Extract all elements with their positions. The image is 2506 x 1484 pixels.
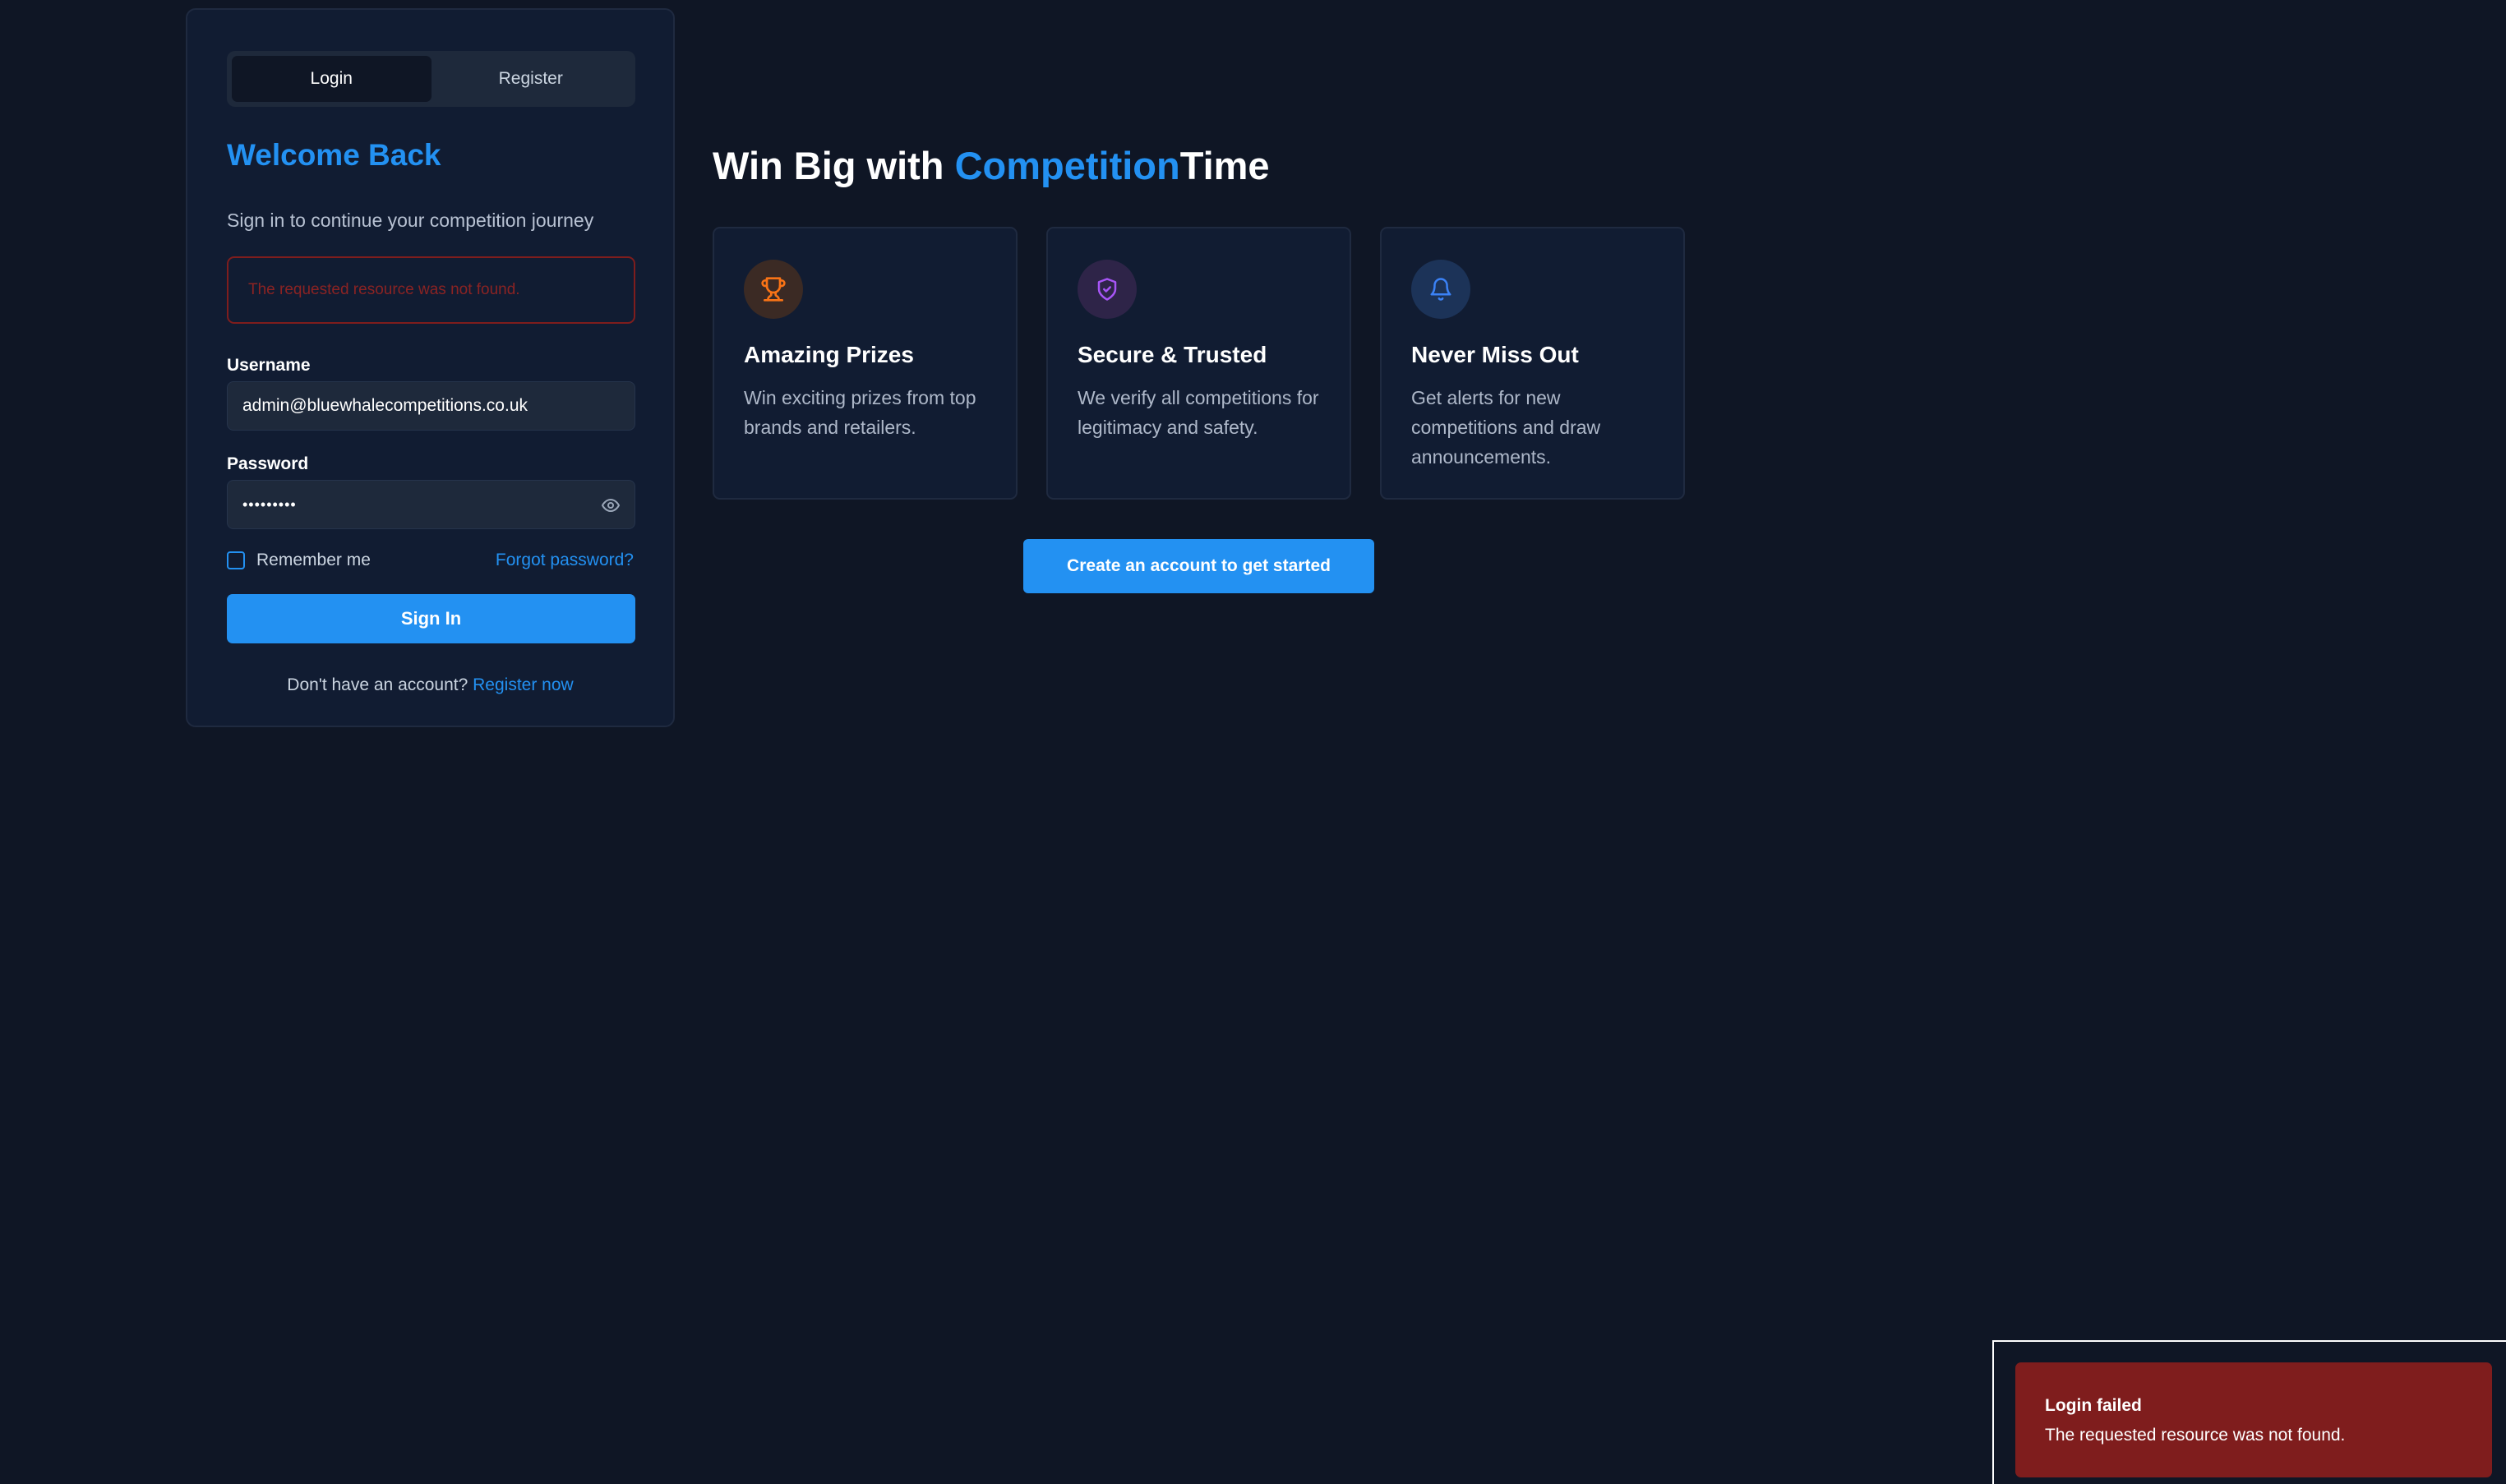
sign-in-button[interactable]: Sign In [227,594,635,643]
toast-message: The requested resource was not found. [2045,1426,2346,1445]
error-alert-text: The requested resource was not found. [248,281,520,298]
bell-icon [1411,260,1470,319]
tab-register[interactable]: Register [432,56,631,102]
tab-login[interactable]: Login [232,56,432,102]
feature-card-secure: Secure & Trusted We verify all competiti… [1046,227,1351,500]
error-toast[interactable]: Login failed The requested resource was … [2015,1362,2492,1477]
hero-title-suffix: Time [1179,144,1270,187]
forgot-password-link[interactable]: Forgot password? [496,551,634,570]
password-field[interactable]: ••••••••• [227,480,635,529]
login-card: Login Register Welcome Back Sign in to c… [186,8,675,727]
username-field[interactable] [227,381,635,431]
feature-description: We verify all competitions for legitimac… [1078,387,1319,438]
page-subtitle: Sign in to continue your competition jou… [227,210,594,231]
password-label: Password [227,454,309,473]
toast-title: Login failed [2045,1396,2142,1415]
username-input[interactable] [242,396,588,416]
create-account-button[interactable]: Create an account to get started [1023,539,1374,593]
error-alert: The requested resource was not found. [227,256,635,324]
feature-title: Never Miss Out [1411,342,1579,367]
remember-checkbox[interactable] [227,551,245,569]
eye-icon[interactable] [600,495,621,515]
hero-title: Win Big with CompetitionTime [713,143,1270,188]
feature-title: Amazing Prizes [744,342,914,367]
hero-title-accent: Competition [954,144,1180,187]
shield-check-icon [1078,260,1137,319]
username-label: Username [227,356,311,375]
register-now-link[interactable]: Register now [473,675,574,694]
feature-description: Win exciting prizes from top brands and … [744,387,976,438]
feature-card-prizes: Amazing Prizes Win exciting prizes from … [713,227,1018,500]
remember-label: Remember me [256,551,371,569]
page-title: Welcome Back [227,138,441,172]
register-prompt: Don't have an account? Register now [187,675,673,695]
hero-title-prefix: Win Big with [713,144,955,187]
password-input[interactable]: ••••••••• [242,496,297,514]
feature-card-alerts: Never Miss Out Get alerts for new compet… [1380,227,1685,500]
remember-me[interactable]: Remember me [227,551,371,570]
feature-description: Get alerts for new competitions and draw… [1411,387,1601,468]
feature-title: Secure & Trusted [1078,342,1267,367]
trophy-icon [744,260,803,319]
no-account-text: Don't have an account? [287,675,468,694]
auth-tabs: Login Register [227,51,635,107]
